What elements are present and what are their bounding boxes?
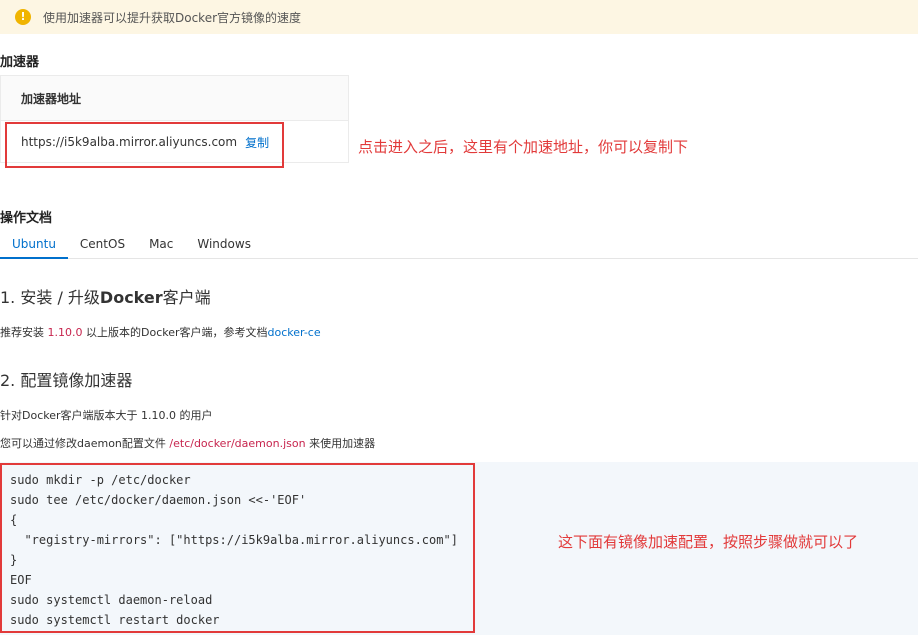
accelerator-section-title: 加速器 [0, 55, 40, 70]
docker-ce-link[interactable]: docker-ce [268, 326, 321, 339]
code-block: sudo mkdir -p /etc/docker sudo tee /etc/… [10, 470, 458, 630]
accelerator-address-row: https://i5k9alba.mirror.aliyuncs.com 复制 [1, 121, 348, 163]
accelerator-annotation: 点击进入之后，这里有个加速地址，你可以复制下 [358, 138, 689, 156]
accelerator-table-header: 加速器地址 [1, 76, 348, 121]
step2-heading: 2. 配置镜像加速器 [0, 371, 133, 390]
version-number: 1.10.0 [47, 326, 83, 339]
code-line: sudo systemctl daemon-reload [10, 593, 213, 607]
docs-section-title: 操作文档 [0, 211, 53, 226]
code-line: EOF [10, 573, 32, 587]
os-tabs: Ubuntu CentOS Mac Windows [0, 233, 918, 259]
notice-text: 使用加速器可以提升获取Docker官方镜像的速度 [43, 10, 302, 25]
step1-text: 推荐安装 1.10.0 以上版本的Docker客户端，参考文档docker-ce [0, 326, 321, 339]
step2-line2: 您可以通过修改daemon配置文件 /etc/docker/daemon.jso… [0, 437, 376, 450]
tab-centos[interactable]: CentOS [68, 233, 137, 257]
code-line: sudo systemctl restart docker [10, 613, 220, 627]
copy-button[interactable]: 复制 [245, 134, 269, 151]
warning-icon: ! [15, 9, 31, 25]
code-annotation: 这下面有镜像加速配置，按照步骤做就可以了 [558, 533, 859, 551]
tab-windows[interactable]: Windows [185, 233, 263, 257]
notice-bar: ! 使用加速器可以提升获取Docker官方镜像的速度 [0, 0, 918, 34]
tab-mac[interactable]: Mac [137, 233, 185, 257]
code-line: "registry-mirrors": ["https://i5k9alba.m… [10, 533, 458, 547]
code-line: } [10, 553, 18, 567]
tab-ubuntu[interactable]: Ubuntu [0, 233, 68, 259]
step1-heading: 1. 安装 / 升级Docker客户端 [0, 288, 211, 307]
accelerator-address: https://i5k9alba.mirror.aliyuncs.com [21, 135, 238, 149]
step2-line1: 针对Docker客户端版本大于 1.10.0 的用户 [0, 409, 213, 422]
code-line: { [10, 513, 18, 527]
code-line: sudo tee /etc/docker/daemon.json <<-'EOF… [10, 493, 307, 507]
accelerator-card: 加速器地址 https://i5k9alba.mirror.aliyuncs.c… [0, 75, 349, 163]
daemon-json-path: /etc/docker/daemon.json [169, 437, 306, 450]
code-line: sudo mkdir -p /etc/docker [10, 473, 191, 487]
